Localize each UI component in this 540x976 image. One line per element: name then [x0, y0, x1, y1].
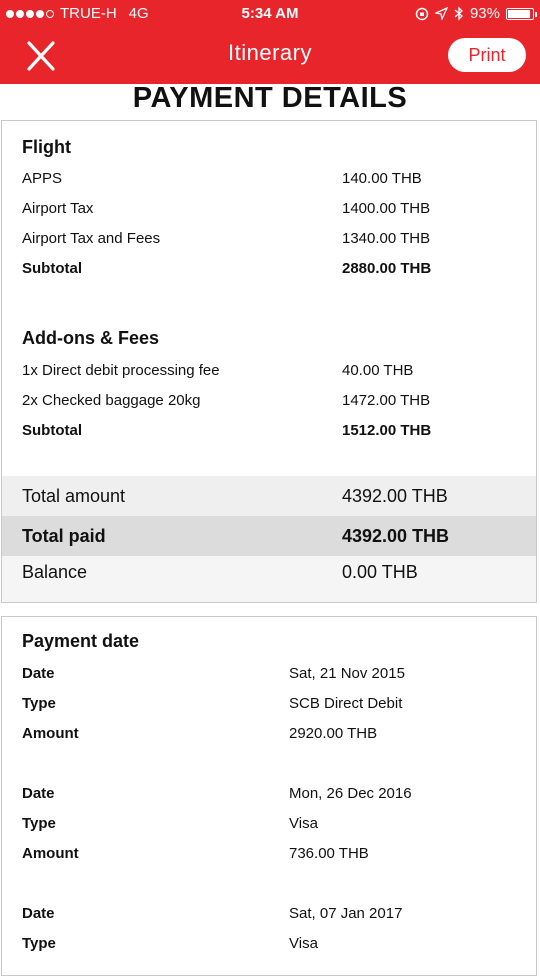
print-button[interactable]: Print: [448, 38, 526, 72]
payment-summary-card: Flight APPS 140.00 THB Airport Tax 1400.…: [1, 120, 537, 603]
flight-subtotal-value: 2880.00 THB: [342, 260, 432, 277]
battery-icon: [506, 7, 537, 20]
addons-subtotal-label: Subtotal: [22, 422, 82, 439]
payment-type-label: Type: [22, 815, 56, 832]
page-title: PAYMENT DETAILS: [132, 82, 408, 114]
addon-item-value: 1472.00 THB: [342, 392, 431, 409]
rotation-lock-icon: [415, 7, 429, 20]
status-right: 93%: [415, 5, 537, 22]
total-paid-row: Total paid 4392.00 THB: [2, 516, 536, 556]
bluetooth-icon: [454, 6, 463, 21]
location-arrow-icon: [434, 7, 448, 20]
flight-item-label: Airport Tax: [22, 200, 94, 217]
balance-label: Balance: [22, 562, 88, 582]
payment-date-label: Date: [22, 665, 55, 682]
flight-section-title: Flight: [22, 137, 71, 157]
addon-item-value: 40.00 THB: [342, 362, 414, 379]
battery-level: [508, 9, 531, 18]
payment-date-title: Payment date: [22, 631, 140, 651]
total-amount-row: Total amount 4392.00 THB: [2, 476, 536, 516]
flight-item-value: 1340.00 THB: [342, 230, 431, 247]
addons-subtotal-value: 1512.00 THB: [342, 422, 432, 439]
total-amount-value: 4392.00 THB: [342, 486, 448, 506]
payment-date-value: Mon, 26 Dec 2016: [289, 785, 412, 802]
payment-type-value: SCB Direct Debit: [289, 695, 403, 712]
payment-amount-label: Amount: [22, 845, 79, 862]
payment-amount-value: 736.00 THB: [289, 845, 369, 862]
payment-amount-label: Amount: [22, 725, 79, 742]
addon-item-label: 1x Direct debit processing fee: [22, 362, 220, 379]
flight-item-label: APPS: [22, 170, 63, 187]
payment-type-value: Visa: [289, 815, 318, 832]
balance-row: Balance 0.00 THB: [2, 556, 536, 602]
payment-amount-value: 2920.00 THB: [289, 725, 378, 742]
flight-item-value: 1400.00 THB: [342, 200, 431, 217]
battery-percent: 93%: [469, 5, 500, 22]
flight-item-value: 140.00 THB: [342, 170, 422, 187]
total-paid-label: Total paid: [22, 526, 106, 546]
balance-value: 0.00 THB: [342, 562, 418, 582]
status-bar: TRUE-H 4G 5:34 AM 93%: [0, 0, 540, 28]
payment-date-label: Date: [22, 785, 55, 802]
addon-item-label: 2x Checked baggage 20kg: [22, 392, 201, 409]
nav-bar: Itinerary Print: [0, 28, 540, 84]
payment-date-card: Payment date Date Sat, 21 Nov 2015 Type …: [1, 616, 537, 976]
payment-type-label: Type: [22, 695, 56, 712]
flight-item-label: Airport Tax and Fees: [22, 230, 161, 247]
total-paid-value: 4392.00 THB: [342, 526, 450, 546]
addons-section-title: Add-ons & Fees: [22, 328, 160, 348]
flight-subtotal-label: Subtotal: [22, 260, 82, 277]
total-amount-label: Total amount: [22, 486, 126, 506]
payment-type-label: Type: [22, 935, 56, 952]
payment-date-value: Sat, 21 Nov 2015: [289, 665, 405, 682]
payment-type-value: Visa: [289, 935, 318, 952]
payment-date-label: Date: [22, 905, 55, 922]
payment-date-value: Sat, 07 Jan 2017: [289, 905, 403, 922]
